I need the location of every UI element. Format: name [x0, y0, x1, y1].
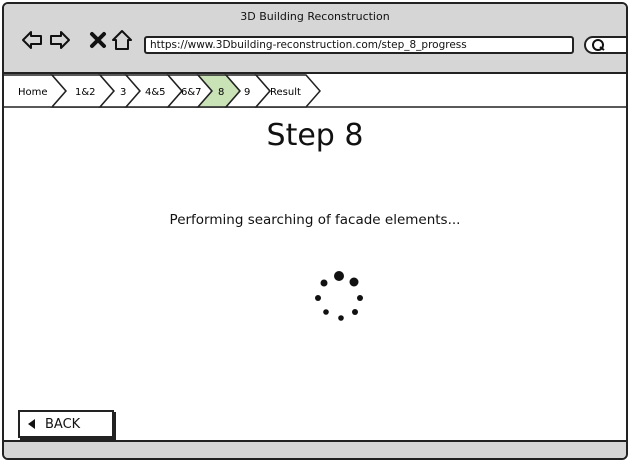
back-arrow-icon[interactable]: [20, 28, 44, 52]
browser-window: 3D Building Reconstruction https://www.3…: [2, 2, 628, 460]
breadcrumb-label: 6&7: [181, 87, 202, 98]
breadcrumb-label: 8: [218, 87, 224, 98]
breadcrumb-label: Result: [270, 87, 301, 98]
main-content: Step 8 Performing searching of facade el…: [4, 108, 626, 458]
home-icon[interactable]: [110, 28, 134, 52]
loading-spinner-icon: [315, 271, 363, 321]
back-button[interactable]: BACK: [18, 410, 114, 438]
breadcrumb-label: 9: [244, 87, 250, 98]
forward-arrow-icon[interactable]: [48, 28, 72, 52]
browser-titlebar: 3D Building Reconstruction https://www.3…: [4, 4, 626, 74]
breadcrumb: Home 1&2 3 4&5 6&7 8 9 Result: [4, 74, 626, 108]
status-message: Performing searching of facade elements.…: [169, 212, 461, 228]
browser-statusbar: [4, 440, 626, 458]
url-input[interactable]: https://www.3Dbuilding-reconstruction.co…: [144, 36, 574, 54]
breadcrumb-label: 4&5: [145, 87, 166, 98]
back-button-label: BACK: [45, 416, 81, 432]
breadcrumb-label: 3: [120, 87, 126, 98]
breadcrumb-label: 1&2: [75, 87, 96, 98]
browser-search-box[interactable]: [584, 36, 626, 54]
page-title: Step 8: [266, 118, 364, 153]
close-icon[interactable]: [86, 28, 110, 52]
window-title: 3D Building Reconstruction: [240, 10, 390, 23]
back-triangle-icon: [28, 419, 35, 429]
breadcrumb-label: Home: [18, 87, 48, 98]
search-icon: [592, 39, 605, 51]
